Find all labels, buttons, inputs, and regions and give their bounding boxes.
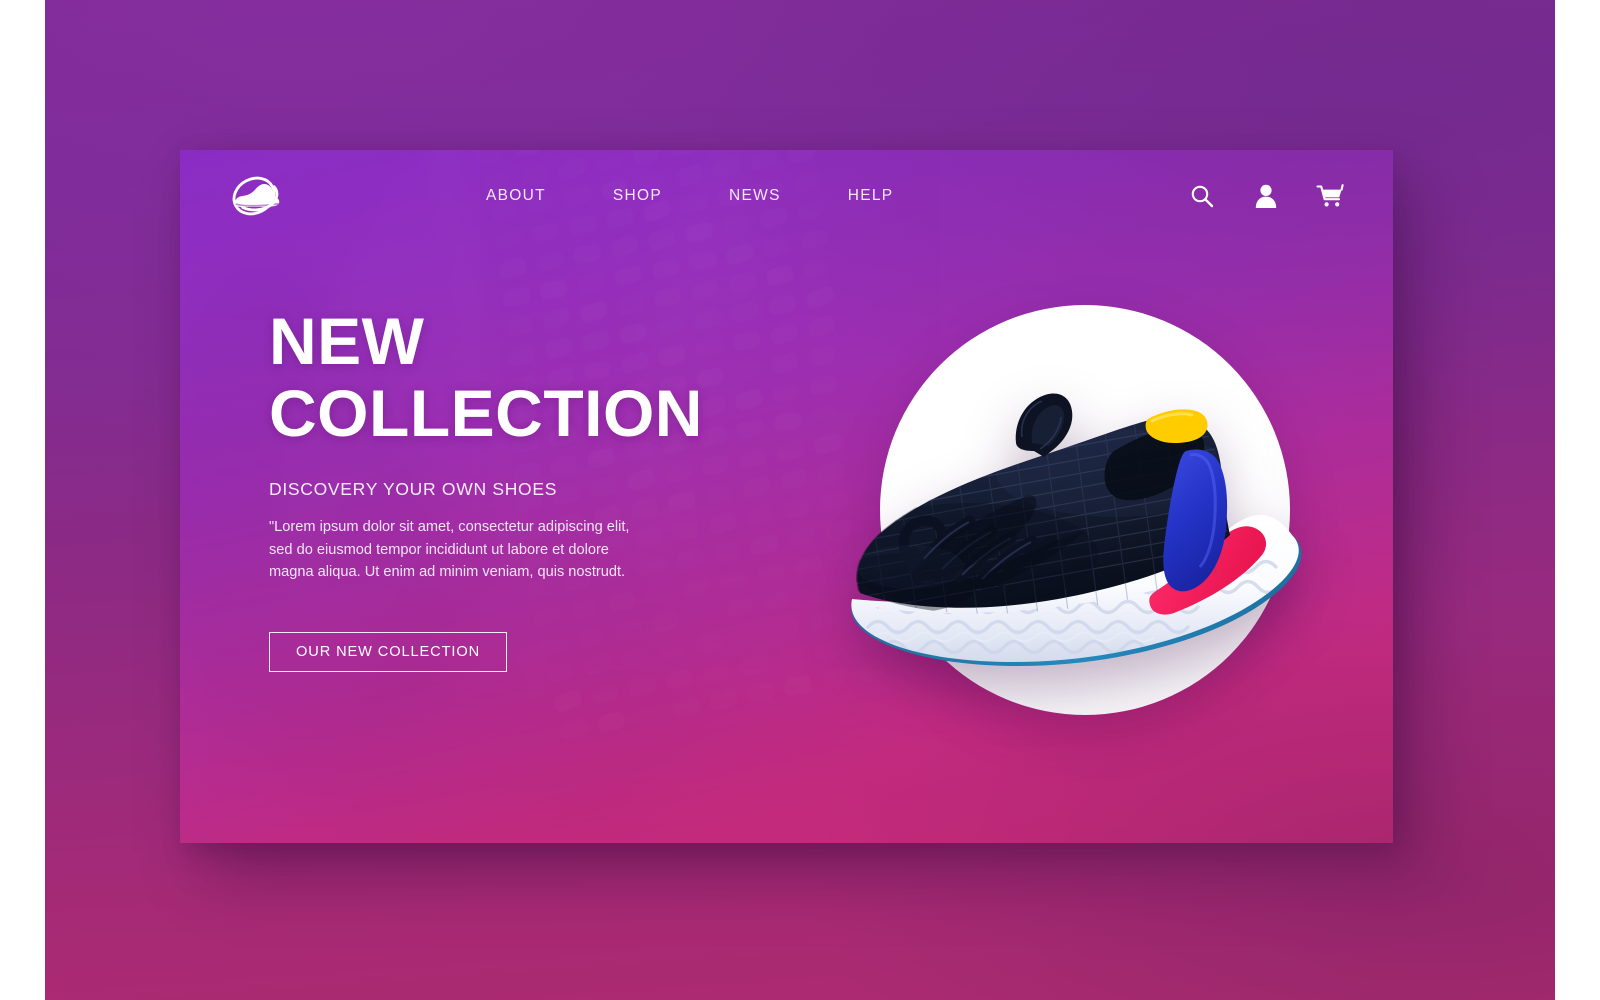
product-showcase	[851, 305, 1302, 725]
shoe-orbit-logo[interactable]	[224, 170, 286, 222]
user-icon	[1255, 184, 1277, 208]
cart-button[interactable]	[1315, 181, 1345, 211]
account-button[interactable]	[1251, 181, 1281, 211]
page-background: ABOUT SHOP NEWS HELP NEW COLLECTION DISC…	[45, 0, 1555, 1000]
cart-icon	[1316, 184, 1344, 207]
our-new-collection-button[interactable]: OUR NEW COLLECTION	[269, 631, 508, 672]
main-navigation: ABOUT SHOP NEWS HELP	[486, 179, 893, 213]
site-header: ABOUT SHOP NEWS HELP	[180, 150, 1393, 242]
hero-card: ABOUT SHOP NEWS HELP NEW COLLECTION DISC…	[180, 150, 1393, 843]
nav-item-shop[interactable]: SHOP	[613, 179, 662, 213]
running-sneaker-image[interactable]	[818, 355, 1368, 685]
hero-copy: NEW COLLECTION DISCOVERY YOUR OWN SHOES "…	[269, 305, 739, 672]
search-button[interactable]	[1187, 181, 1217, 211]
nav-item-about[interactable]: ABOUT	[486, 179, 546, 213]
header-actions	[1187, 181, 1345, 211]
nav-item-help[interactable]: HELP	[848, 179, 894, 213]
page-title: NEW COLLECTION	[269, 305, 739, 449]
nav-item-news[interactable]: NEWS	[729, 179, 781, 213]
headline-line-1: NEW	[269, 304, 425, 378]
headline-line-2: COLLECTION	[269, 376, 703, 450]
hero-subheadline: DISCOVERY YOUR OWN SHOES	[269, 479, 558, 499]
hero-body-text: "Lorem ipsum dolor sit amet, consectetur…	[269, 519, 630, 580]
search-icon	[1191, 185, 1214, 208]
